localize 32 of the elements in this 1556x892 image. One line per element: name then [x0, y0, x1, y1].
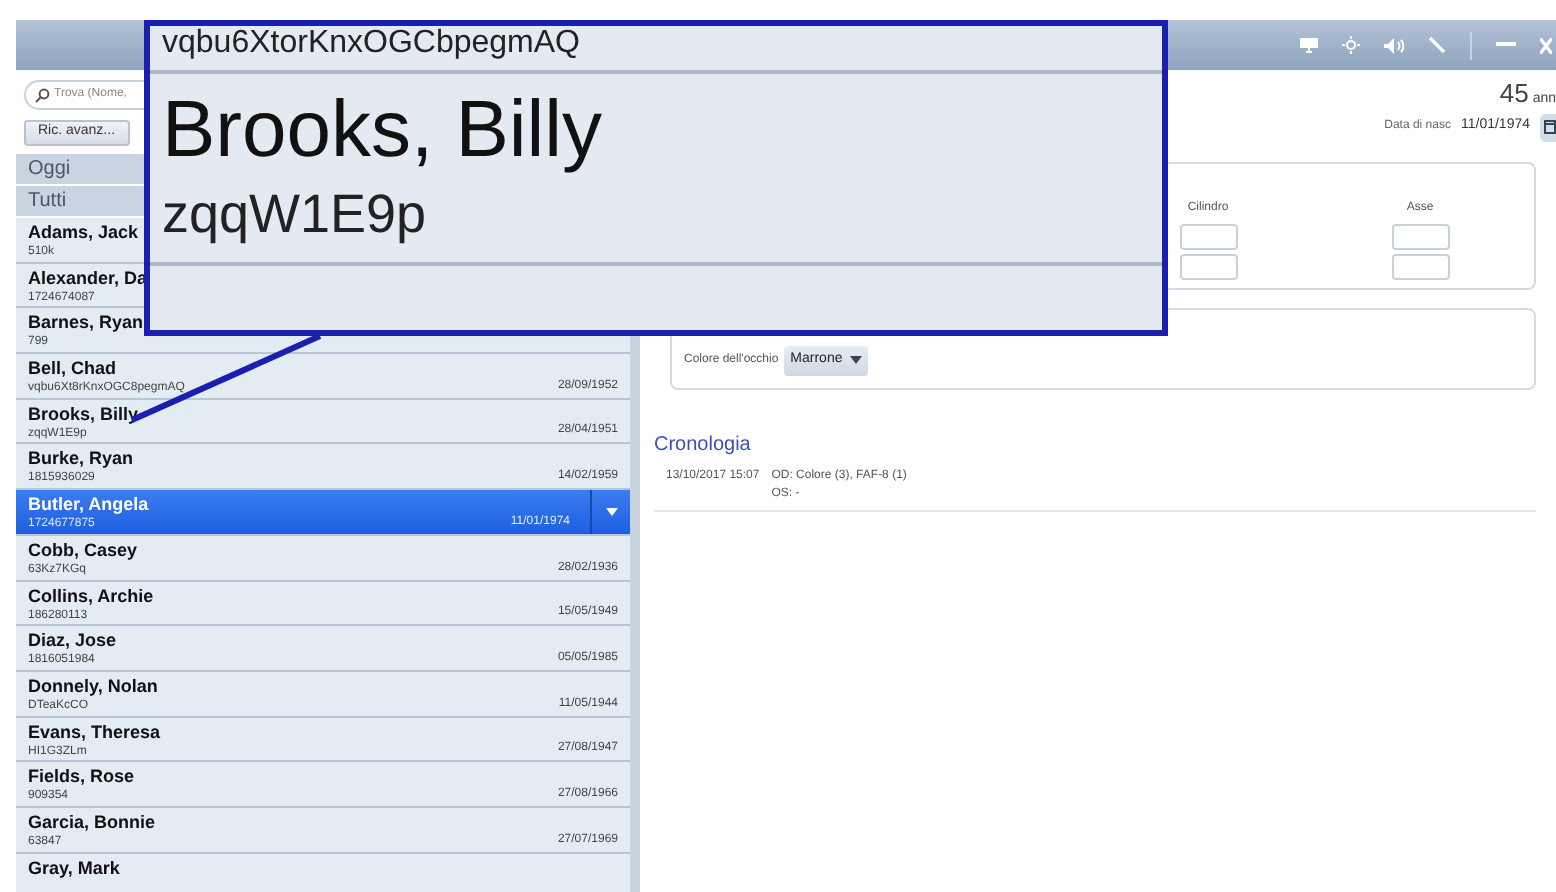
patient-name: Evans, Theresa	[28, 719, 163, 744]
patient-name: Fields, Rose	[28, 764, 137, 789]
age-value: 45	[1499, 76, 1529, 112]
monitor-icon[interactable]	[1300, 37, 1318, 53]
patient-name: Brooks, Billy	[160, 84, 603, 178]
patient-name: Bell, Chad	[28, 356, 119, 381]
patient-name: Adams, Jack	[28, 220, 141, 244]
calendar-button[interactable]	[1540, 113, 1556, 141]
input-field[interactable]	[1179, 223, 1237, 249]
patient-name: Gray, Mark	[28, 855, 122, 880]
patient-name: Donnely, Nolan	[28, 673, 160, 698]
patient-name: Diaz, Jose	[28, 628, 119, 653]
patient-name: Burke, Ryan	[28, 446, 136, 471]
patient-name: Barnes, Ryan	[28, 310, 146, 335]
patient-id: vqbu6XtorKnxOGCbpegmAQ	[160, 26, 580, 62]
caret-icon	[850, 356, 863, 364]
history-heading: Cronologia	[654, 431, 753, 459]
speaker-icon[interactable]	[1384, 37, 1404, 53]
patient-name: Collins, Archie	[28, 583, 156, 607]
minimize-icon[interactable]	[1496, 42, 1516, 48]
input-field[interactable]	[1179, 253, 1237, 279]
patient-name: Garcia, Bonnie	[28, 809, 158, 834]
calendar-icon	[1544, 120, 1556, 134]
input-field[interactable]	[1391, 253, 1449, 279]
patient-id: zqqW1E9p	[160, 182, 427, 246]
patient-name: Butler, Angela	[28, 492, 151, 517]
input-field[interactable]	[1391, 223, 1449, 249]
patient-name: Cobb, Casey	[28, 537, 140, 562]
search-icon	[34, 87, 50, 103]
caret-icon	[605, 507, 617, 516]
close-icon[interactable]	[1540, 37, 1552, 53]
brightness-icon[interactable]	[1342, 36, 1360, 54]
